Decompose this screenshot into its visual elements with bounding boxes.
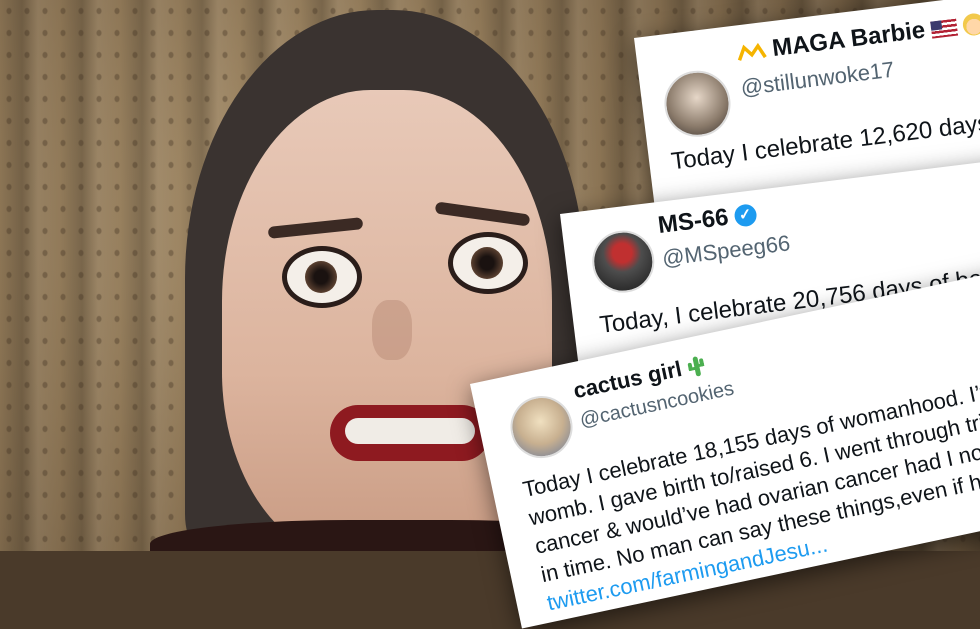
avatar[interactable]	[588, 227, 658, 297]
flag-us-icon	[929, 18, 958, 39]
verified-badge-icon: ✓	[732, 203, 758, 228]
right-eye	[448, 232, 528, 294]
display-name[interactable]: MS-66	[657, 204, 731, 240]
teeth	[345, 418, 475, 444]
cactus-emoji-icon	[687, 356, 705, 377]
person-blonde-emoji-icon	[961, 12, 980, 37]
nose	[372, 300, 412, 360]
tweet-header: MS-66 ✓	[657, 200, 758, 240]
avatar[interactable]	[660, 66, 735, 141]
avatar[interactable]	[504, 390, 579, 464]
display-name[interactable]: MAGA Barbie	[771, 17, 927, 64]
maga-m-logo-icon	[737, 42, 767, 61]
left-eye	[282, 246, 362, 308]
